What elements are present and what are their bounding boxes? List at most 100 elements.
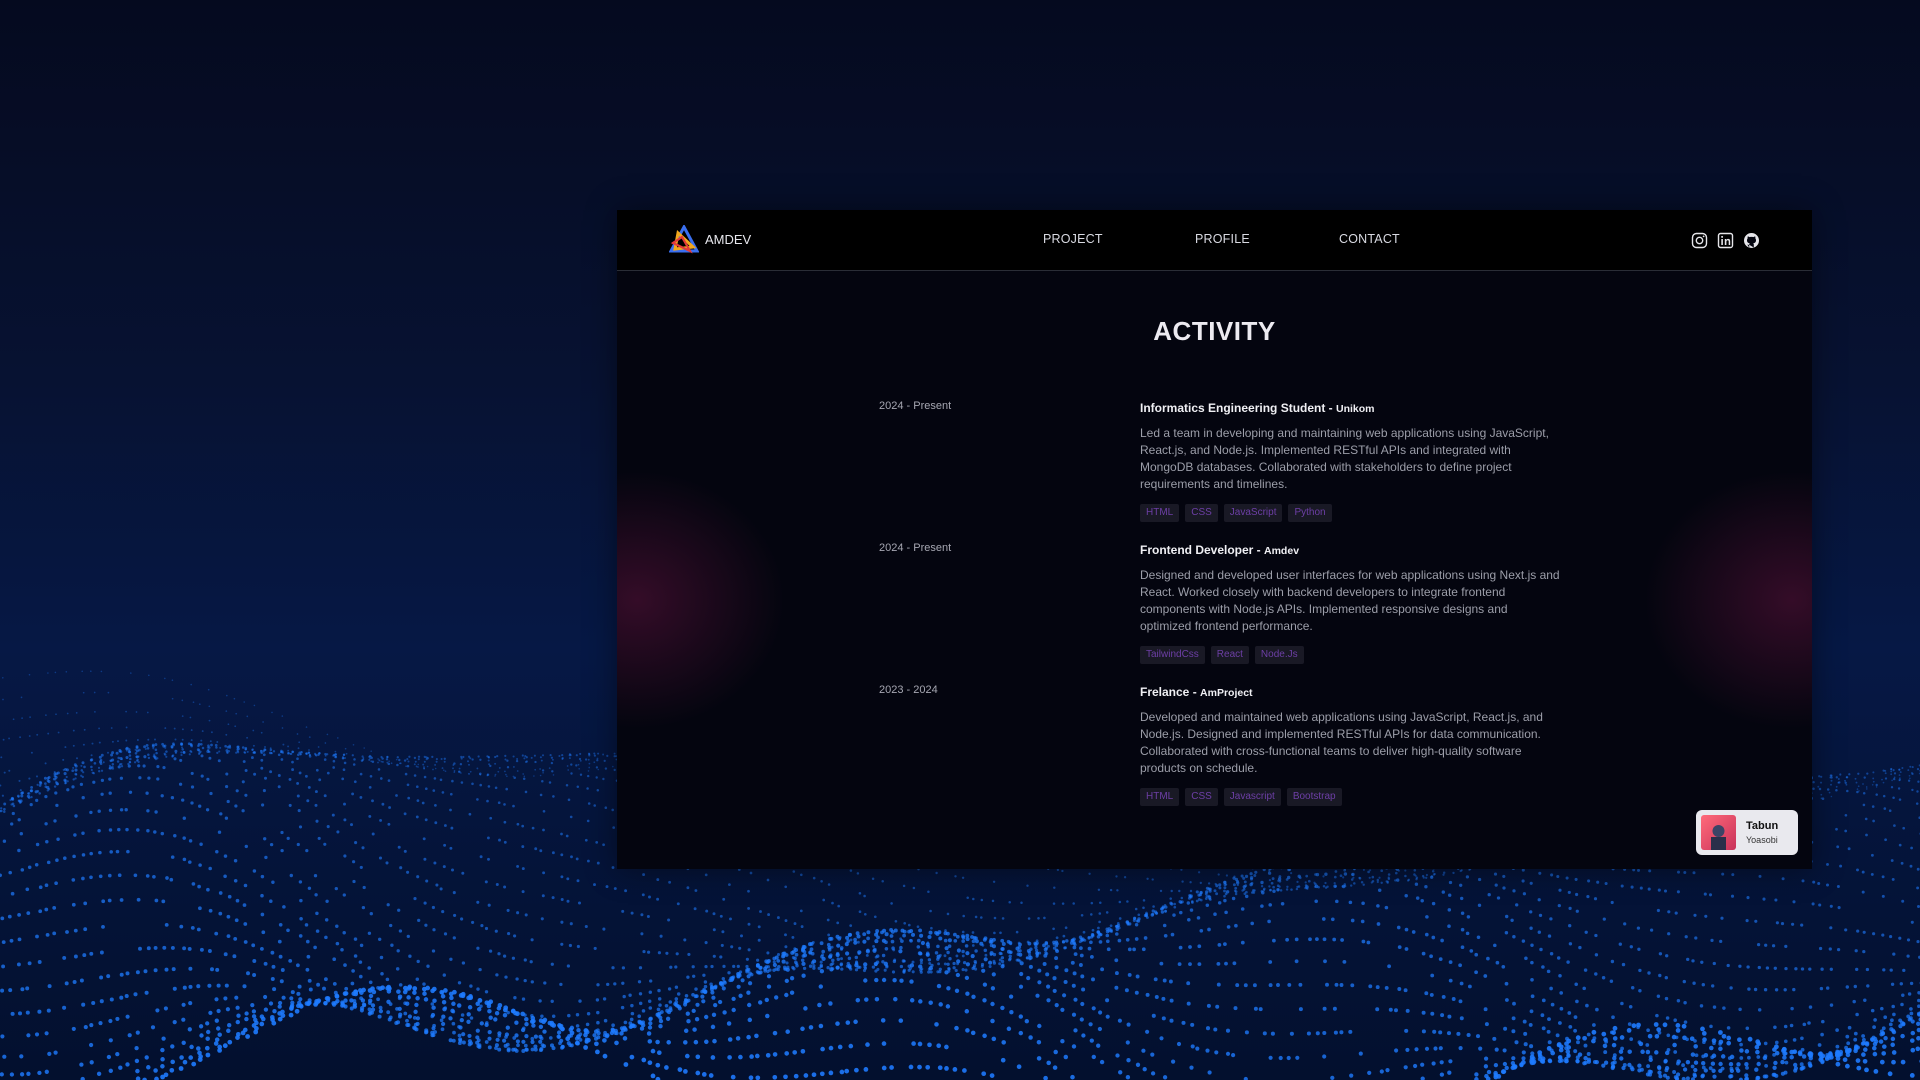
wave-particle	[1502, 874, 1506, 878]
wave-particle	[766, 878, 770, 882]
wave-particle	[1892, 796, 1895, 800]
wave-particle	[1441, 890, 1446, 894]
wave-particle	[1145, 992, 1150, 997]
wave-particle	[1585, 1003, 1589, 1008]
wave-particle	[1089, 954, 1094, 959]
wave-particle	[1524, 956, 1528, 961]
wave-particle	[205, 808, 210, 812]
wave-particle	[350, 823, 353, 827]
wave-particle	[307, 978, 312, 983]
wave-particle	[299, 898, 303, 903]
wave-particle	[1223, 886, 1227, 890]
wave-particle	[1253, 1006, 1258, 1011]
wave-particle	[171, 679, 174, 681]
wave-particle	[1294, 959, 1299, 964]
wave-particle	[1034, 942, 1038, 947]
wave-particle	[146, 1065, 151, 1070]
wave-particle	[406, 870, 410, 874]
wave-particle	[1425, 915, 1429, 919]
wave-particle	[808, 964, 813, 968]
wave-particle	[1496, 896, 1501, 900]
wave-particle	[506, 775, 508, 778]
wave-particle	[317, 746, 320, 748]
wave-particle	[317, 836, 321, 840]
wave-particle	[938, 1002, 943, 1007]
wave-particle	[946, 912, 950, 916]
wave-particle	[848, 1043, 854, 1049]
wave-particle	[1088, 1022, 1093, 1027]
wave-particle	[784, 885, 788, 889]
wave-particle	[10, 822, 14, 826]
wave-particle	[0, 784, 2, 787]
wave-particle	[423, 901, 427, 905]
wave-particle	[1897, 787, 1901, 790]
wave-particle	[82, 953, 87, 958]
wave-particle	[1063, 1054, 1069, 1060]
wave-particle	[965, 937, 970, 942]
wave-particle	[1298, 982, 1303, 987]
wave-particle	[1763, 1041, 1768, 1046]
wave-particle	[1664, 996, 1669, 1001]
wave-particle	[1019, 961, 1024, 966]
wave-particle	[1898, 778, 1901, 781]
wave-particle	[1693, 913, 1697, 917]
wave-particle	[498, 766, 501, 769]
wave-particle	[0, 1072, 4, 1077]
wave-particle	[1321, 917, 1326, 921]
wave-particle	[1674, 911, 1678, 915]
wave-particle	[515, 759, 519, 763]
wave-particle	[1465, 875, 1470, 879]
wave-particle	[722, 964, 726, 969]
wave-particle	[163, 1006, 168, 1011]
wave-particle	[1052, 988, 1057, 993]
wave-particle	[1205, 895, 1209, 898]
wave-particle	[126, 849, 130, 854]
wave-particle	[225, 710, 228, 712]
wave-particle	[623, 1020, 628, 1025]
wave-particle	[1911, 788, 1914, 792]
wave-particle	[460, 1013, 465, 1017]
wave-particle	[1844, 928, 1848, 932]
wave-particle	[811, 959, 817, 964]
wave-particle	[586, 859, 590, 863]
wave-particle	[1458, 963, 1462, 968]
wave-particle	[1559, 1006, 1564, 1011]
wave-particle	[217, 759, 221, 763]
wave-particle	[1738, 964, 1742, 968]
wave-particle	[998, 962, 1002, 966]
wave-particle	[44, 1069, 49, 1074]
wave-particle	[1448, 1059, 1453, 1064]
wave-particle	[174, 738, 177, 741]
wave-particle	[74, 772, 77, 776]
wave-particle	[935, 931, 940, 936]
wave-particle	[1574, 877, 1578, 881]
wave-particle	[1861, 1034, 1866, 1038]
wave-particle	[568, 757, 571, 760]
wave-particle	[1007, 958, 1012, 962]
wave-particle	[476, 798, 479, 801]
wave-particle	[1773, 1060, 1778, 1066]
wave-particle	[381, 802, 385, 806]
wave-particle	[531, 826, 535, 830]
wave-particle	[639, 1026, 645, 1031]
wave-particle	[1397, 987, 1402, 991]
wave-particle	[1358, 877, 1362, 880]
wave-particle	[466, 1019, 471, 1024]
wave-particle	[479, 855, 483, 859]
wave-particle	[1054, 1002, 1059, 1008]
wave-particle	[367, 966, 371, 970]
wave-particle	[1380, 869, 1384, 873]
wave-particle	[539, 768, 541, 770]
wave-particle	[1008, 994, 1014, 999]
wave-particle	[1258, 1007, 1263, 1012]
wave-particle	[252, 729, 255, 732]
wave-particle	[3, 810, 6, 813]
wave-particle	[551, 851, 555, 855]
wave-particle	[10, 891, 15, 896]
wave-particle	[980, 898, 984, 902]
wave-particle	[1114, 958, 1119, 963]
wave-particle	[1690, 1064, 1695, 1069]
wave-particle	[1178, 900, 1182, 904]
wave-particle	[844, 951, 850, 956]
wave-particle	[244, 844, 248, 849]
